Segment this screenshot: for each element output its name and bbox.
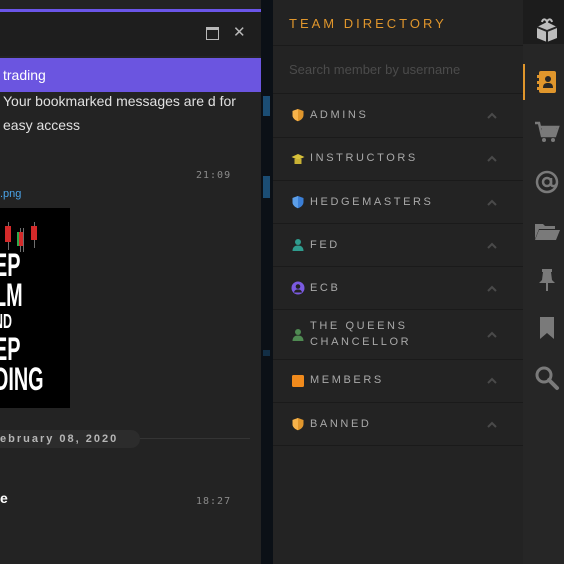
folder-icon[interactable] (533, 216, 561, 244)
person-icon (291, 238, 305, 252)
maximize-icon (206, 27, 219, 40)
group-label: THE QUEENS (310, 320, 408, 332)
group-instructors[interactable]: INSTRUCTORS (273, 137, 523, 180)
chevron-up-icon[interactable] (485, 239, 499, 253)
channel-banner-text: trading (3, 67, 46, 83)
active-indicator (523, 64, 525, 100)
group-label: BANNED (310, 418, 372, 430)
circle-user-icon (291, 281, 305, 295)
group-admins[interactable]: ADMINS (273, 93, 523, 137)
shield-check-icon (291, 195, 305, 209)
at-icon[interactable] (533, 168, 561, 196)
group-hedgemasters[interactable]: HEDGEMASTERS (273, 180, 523, 223)
chat-panel: ✕ trading Your bookmarked messages are d… (0, 0, 261, 564)
close-icon: ✕ (233, 24, 246, 41)
group-members[interactable]: MEMBERS (273, 359, 523, 402)
background-chart-strip (261, 0, 273, 564)
directory-header-divider (273, 45, 523, 46)
group-ecb[interactable]: ECB (273, 266, 523, 309)
last-message-time: 18:27 (196, 496, 232, 507)
close-button[interactable]: ✕ (233, 24, 246, 42)
message-text: Your bookmarked messages are d for easy … (3, 93, 236, 133)
chevron-up-icon[interactable] (485, 282, 499, 296)
group-label: INSTRUCTORS (310, 152, 418, 164)
poster-line: EP (0, 247, 21, 283)
attachment-image[interactable]: EP LM ND EP DING (0, 208, 70, 408)
poster-line: DING (0, 361, 44, 397)
team-directory-panel: TEAM DIRECTORY ADMINS INSTRUCTORS HEDGEM… (273, 0, 523, 564)
graduation-cap-icon (291, 152, 305, 166)
group-banned[interactable]: BANNED (273, 402, 523, 446)
chevron-up-icon[interactable] (485, 196, 499, 210)
attachment-link[interactable]: .png (0, 188, 21, 200)
cart-icon[interactable] (533, 118, 561, 146)
person-icon (291, 328, 305, 342)
pin-icon[interactable] (533, 266, 561, 294)
chevron-up-icon[interactable] (485, 152, 499, 166)
directory-title: TEAM DIRECTORY (289, 16, 447, 31)
group-label: MEMBERS (310, 374, 384, 386)
poster-line: LM (0, 277, 23, 313)
message-time: 21:09 (196, 170, 232, 181)
group-label: FED (310, 239, 340, 251)
group-the-queens-chancellor[interactable]: THE QUEENS CHANCELLOR (273, 309, 523, 359)
group-label: ADMINS (310, 109, 369, 121)
square-icon (291, 374, 305, 388)
search-icon[interactable] (533, 364, 561, 392)
maximize-button[interactable] (206, 24, 219, 40)
bookmark-icon[interactable] (533, 314, 561, 342)
channel-banner[interactable]: trading (0, 58, 261, 92)
group-label: ECB (310, 282, 341, 294)
shield-icon (291, 108, 305, 122)
date-separator: ebruary 08, 2020 (0, 430, 141, 448)
contacts-icon[interactable] (533, 68, 561, 96)
chevron-up-icon[interactable] (485, 374, 499, 388)
chat-titlebar (0, 12, 261, 56)
box-icon[interactable] (533, 16, 561, 44)
poster-text: EP LM ND EP DING (0, 247, 44, 397)
chevron-up-icon[interactable] (485, 418, 499, 432)
last-message-text: e (0, 490, 8, 506)
group-fed[interactable]: FED (273, 223, 523, 266)
group-label-second-line: CHANCELLOR (310, 336, 412, 348)
group-label: HEDGEMASTERS (310, 196, 434, 208)
shield-icon (291, 417, 305, 431)
chevron-up-icon[interactable] (485, 109, 499, 123)
poster-line: EP (0, 331, 21, 367)
member-search-input[interactable] (289, 62, 489, 77)
chevron-up-icon[interactable] (485, 328, 499, 342)
